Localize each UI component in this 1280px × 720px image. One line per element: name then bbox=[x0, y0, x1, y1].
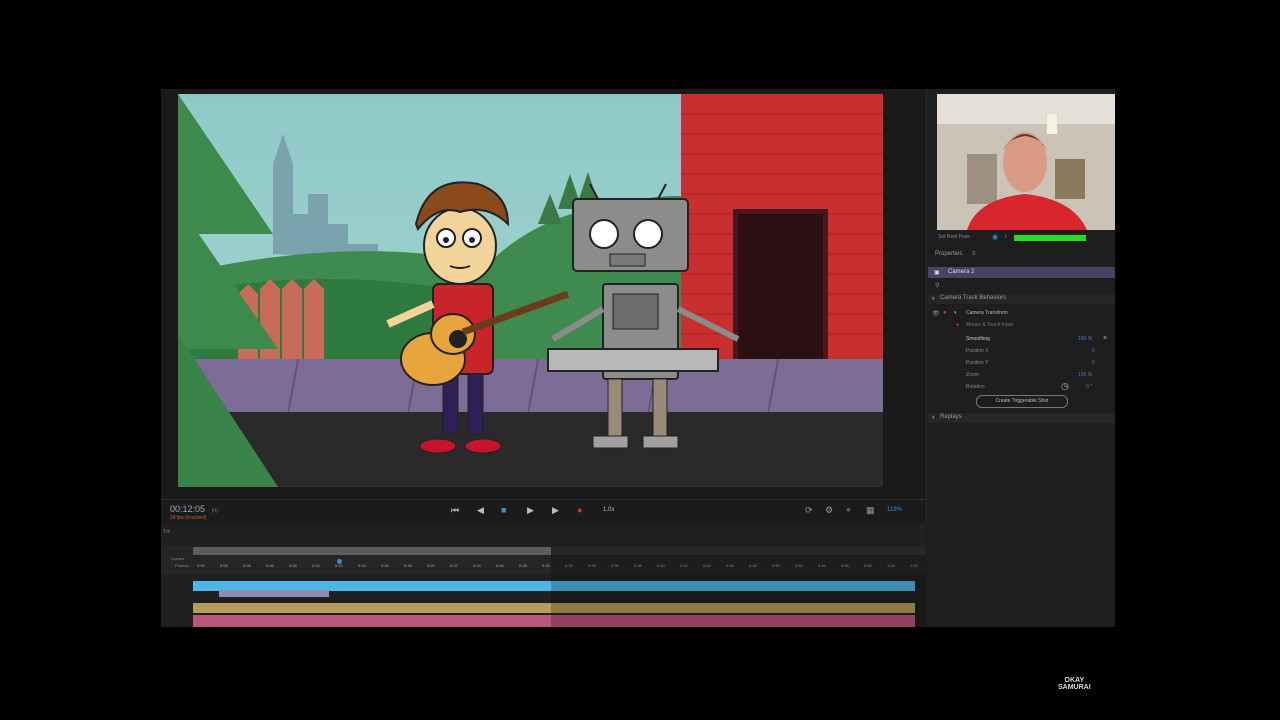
behaviors-section-title: Camera Track Behaviors bbox=[940, 295, 1007, 301]
rotation-label: Rotation bbox=[966, 384, 985, 390]
visibility-eye-icon[interactable]: 👁 bbox=[932, 310, 940, 317]
settings-icon[interactable]: ⚙ bbox=[825, 505, 833, 516]
position-x-label: Position X bbox=[966, 348, 989, 354]
go-to-start-icon[interactable]: ⏮ bbox=[451, 505, 459, 516]
ruler-tick-label: 0:00 bbox=[197, 563, 205, 568]
menu-icon[interactable]: ≡ bbox=[972, 251, 976, 257]
track-take-selected[interactable] bbox=[219, 590, 329, 597]
object-name: Camera 2 bbox=[948, 269, 975, 275]
camera-view-icon[interactable]: ⌖ bbox=[846, 505, 851, 516]
ruler-tick-label: 0:10 bbox=[312, 563, 320, 568]
scene-canvas[interactable] bbox=[178, 94, 883, 487]
transport-bar: 00:12:05 (rt) 24 fps (rt-sched) ⏮ ◀ ■ ▶ … bbox=[161, 499, 926, 524]
logo-line-2: SAMURAI bbox=[1058, 684, 1091, 691]
ruler-tick-label: 0:02 bbox=[220, 563, 228, 568]
ruler-tick-label: 0:08 bbox=[289, 563, 297, 568]
chevron-down-icon[interactable]: ▾ bbox=[932, 415, 935, 421]
selected-object-row[interactable]: ▣ Camera 2 bbox=[928, 267, 1115, 278]
timecode-display: 00:12:05 (rt) 24 fps (rt-sched) bbox=[170, 504, 218, 521]
properties-panel: Set Rest Pose ◉ ♪ Properties ≡ ▣ Camera … bbox=[928, 89, 1115, 627]
ruler-tick-label: 0:20 bbox=[427, 563, 435, 568]
ruler-label-frames: Frames bbox=[175, 563, 189, 568]
position-y-label: Position Y bbox=[966, 360, 989, 366]
playback-speed[interactable]: 1.0x bbox=[603, 507, 614, 513]
smoothing-value[interactable]: 100 % bbox=[1078, 336, 1092, 342]
ruler-tick-label: 0:26 bbox=[496, 563, 504, 568]
timeline-out-overlay bbox=[551, 547, 926, 627]
timeline-panel: Trk Scenes Frames 0:00 0:02 0:04 0:06 0:08 0:… bbox=[161, 525, 964, 627]
search-icon[interactable]: ⚲ bbox=[935, 282, 939, 289]
properties-title: Properties bbox=[935, 251, 963, 257]
timecode-sub: 24 fps (rt-sched) bbox=[170, 515, 207, 521]
record-icon[interactable]: ● bbox=[577, 505, 582, 515]
close-icon[interactable]: × bbox=[1103, 335, 1107, 342]
playhead[interactable] bbox=[337, 559, 342, 564]
ruler-tick-label: 0:14 bbox=[358, 563, 366, 568]
behaviors-section-header[interactable]: ▾ Camera Track Behaviors bbox=[928, 294, 1115, 304]
step-forward-icon[interactable]: ▶ bbox=[552, 505, 559, 516]
zoom-label: Zoom bbox=[966, 372, 979, 378]
input-dot-icon[interactable]: ● bbox=[956, 322, 959, 328]
position-x-value[interactable]: 0 bbox=[1092, 348, 1095, 354]
input-label: Mouse & Touch Input bbox=[966, 322, 1013, 328]
ruler-tick-label: 0:22 bbox=[450, 563, 458, 568]
ruler-work-area[interactable] bbox=[193, 547, 551, 555]
smoothing-label: Smoothing bbox=[966, 336, 990, 342]
scene-panel: 00:12:05 (rt) 24 fps (rt-sched) ⏮ ◀ ■ ▶ … bbox=[161, 89, 927, 524]
rotation-dial-icon[interactable]: ◷ bbox=[1061, 381, 1069, 392]
timecode-value: 00:12:05 bbox=[170, 504, 206, 514]
ruler-tick-label: 0:06 bbox=[266, 563, 274, 568]
grid-icon[interactable]: ▦ bbox=[866, 505, 875, 516]
webcam-preview bbox=[937, 94, 1115, 230]
microphone-icon[interactable]: ♪ bbox=[1004, 233, 1008, 240]
ruler-tick-label: 0:18 bbox=[404, 563, 412, 568]
replays-section-header[interactable]: ▾ Replays bbox=[928, 413, 1115, 423]
position-y-value[interactable]: 0 bbox=[1092, 360, 1095, 366]
ruler-tick-label: 0:04 bbox=[243, 563, 251, 568]
rotation-value[interactable]: 0 ° bbox=[1086, 384, 1092, 390]
chevron-down-icon[interactable]: ▾ bbox=[954, 310, 957, 316]
replays-title: Replays bbox=[940, 414, 962, 420]
zoom-level[interactable]: 119% bbox=[887, 507, 902, 513]
cartoon-scene-illustration bbox=[178, 94, 883, 487]
mic-row: Set Rest Pose ◉ ♪ bbox=[928, 232, 1115, 244]
okay-samurai-logo: OKAY SAMURAI bbox=[1058, 677, 1091, 691]
stop-icon[interactable]: ■ bbox=[501, 505, 506, 515]
ruler-label-scenes: Scenes bbox=[171, 556, 185, 561]
timeline-label: Trk bbox=[163, 529, 171, 535]
create-triggerable-shot-button[interactable]: Create Triggerable Shot bbox=[976, 395, 1068, 408]
loop-icon[interactable]: ⟳ bbox=[805, 505, 813, 516]
zoom-value[interactable]: 100 % bbox=[1078, 372, 1092, 378]
ruler-tick-label: 0:16 bbox=[381, 563, 389, 568]
timecode-suffix: (rt) bbox=[211, 508, 218, 514]
set-rest-pose-label[interactable]: Set Rest Pose bbox=[938, 234, 970, 240]
logo-line-1: OKAY bbox=[1064, 677, 1085, 684]
play-icon[interactable]: ▶ bbox=[527, 505, 534, 516]
camera-icon: ▣ bbox=[934, 270, 940, 276]
webcam-person-image bbox=[937, 94, 1115, 230]
ruler-tick-label: 0:28 bbox=[519, 563, 527, 568]
ruler-tick-label: 0:30 bbox=[542, 563, 550, 568]
camera-toggle-icon[interactable]: ◉ bbox=[992, 233, 998, 241]
arm-dot-icon[interactable]: ● bbox=[943, 310, 947, 316]
audio-level-meter bbox=[1014, 235, 1086, 241]
behavior-name: Camera Transform bbox=[966, 310, 1008, 316]
ruler-tick-label: 0:24 bbox=[473, 563, 481, 568]
step-back-icon[interactable]: ◀ bbox=[477, 505, 484, 516]
chevron-down-icon[interactable]: ▾ bbox=[932, 296, 935, 302]
character-animator-app: 00:12:05 (rt) 24 fps (rt-sched) ⏮ ◀ ■ ▶ … bbox=[161, 89, 1115, 627]
